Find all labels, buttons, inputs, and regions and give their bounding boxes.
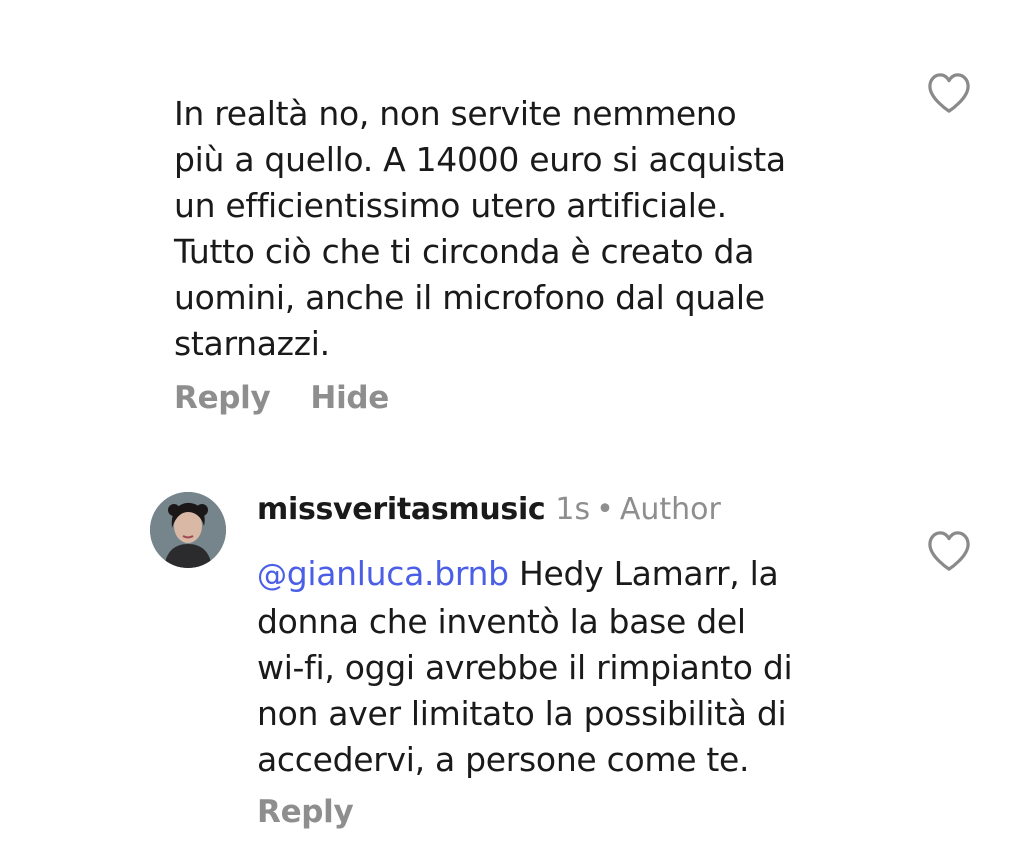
mention-username: gianluca.brnb xyxy=(286,554,509,593)
username[interactable]: missveritasmusic xyxy=(257,492,546,527)
comment-meta: missveritasmusic 1s • Author xyxy=(257,492,721,527)
heart-outline-icon-svg xyxy=(928,531,970,571)
avatar-image xyxy=(150,492,226,568)
heart-outline-icon[interactable] xyxy=(926,72,972,114)
mention-symbol: @ xyxy=(257,558,287,593)
heart-outline-icon[interactable] xyxy=(926,530,972,572)
mention-link[interactable]: @gianluca.brnb xyxy=(257,554,509,593)
timestamp: 1s xyxy=(555,492,591,527)
comment-actions: Reply xyxy=(257,794,393,830)
reply-button[interactable]: Reply xyxy=(174,380,271,416)
hide-button[interactable]: Hide xyxy=(310,380,389,416)
comment-text: @gianluca.brnb Hedy Lamarr, la donna che… xyxy=(257,551,907,783)
heart-outline-icon-svg xyxy=(928,73,970,113)
author-badge: Author xyxy=(619,492,721,527)
reply-button[interactable]: Reply xyxy=(257,794,354,830)
comment-text: In realtà no, non servite nemmeno più a … xyxy=(174,94,786,363)
separator: • xyxy=(596,492,614,527)
comment-actions: Reply Hide xyxy=(174,380,429,416)
avatar[interactable] xyxy=(150,492,226,568)
